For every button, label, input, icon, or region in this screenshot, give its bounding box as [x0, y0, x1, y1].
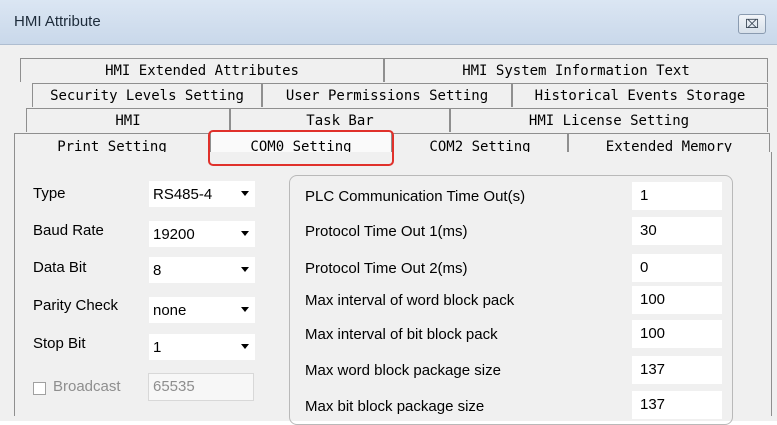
tab-hmi-license-setting[interactable]: HMI License Setting — [450, 108, 768, 132]
protocol-timeout-2-field[interactable]: 0 — [632, 254, 722, 282]
title-bar: HMI Attribute ⌧ — [0, 0, 777, 45]
bit-package-size-value: 137 — [640, 396, 666, 413]
protocol-timeout-1-field[interactable]: 30 — [632, 217, 722, 245]
tab-hmi-extended-attributes[interactable]: HMI Extended Attributes — [20, 58, 384, 82]
stop-bit-label: Stop Bit — [33, 335, 86, 352]
chevron-down-icon — [241, 344, 249, 349]
parity-check-value: none — [153, 302, 187, 319]
protocol-timeout-2-label: Protocol Time Out 2(ms) — [305, 260, 468, 277]
tab-user-permissions-setting[interactable]: User Permissions Setting — [262, 83, 512, 107]
plc-timeout-value: 1 — [640, 187, 649, 204]
tab-security-levels-setting[interactable]: Security Levels Setting — [32, 83, 262, 107]
baud-rate-label: Baud Rate — [33, 222, 104, 239]
tab-hmi-system-information-text[interactable]: HMI System Information Text — [384, 58, 768, 82]
type-label: Type — [33, 185, 66, 202]
type-select[interactable]: RS485-4 — [148, 180, 256, 208]
tab-label: HMI — [115, 112, 141, 129]
tab-label: HMI Extended Attributes — [105, 62, 299, 79]
tab-label: Security Levels Setting — [50, 87, 244, 104]
bit-block-interval-value: 100 — [640, 325, 666, 342]
baud-rate-select[interactable]: 19200 — [148, 220, 256, 248]
parity-check-select[interactable]: none — [148, 296, 256, 324]
tab-label: HMI System Information Text — [462, 62, 690, 79]
word-block-interval-label: Max interval of word block pack — [305, 292, 515, 309]
tab-historical-events-storage[interactable]: Historical Events Storage — [512, 83, 768, 107]
data-bit-value: 8 — [153, 262, 162, 279]
window-title: HMI Attribute — [14, 13, 101, 30]
baud-rate-value: 19200 — [153, 226, 195, 243]
chevron-down-icon — [241, 191, 249, 196]
word-block-interval-value: 100 — [640, 291, 666, 308]
type-value: RS485-4 — [153, 186, 213, 203]
close-icon: ⌧ — [745, 17, 759, 31]
chevron-down-icon — [241, 267, 249, 272]
broadcast-address-value: 65535 — [153, 378, 195, 395]
active-tab-highlight — [208, 130, 394, 166]
word-block-interval-field[interactable]: 100 — [632, 286, 722, 314]
chevron-down-icon — [241, 231, 249, 236]
broadcast-address-field[interactable]: 65535 — [148, 373, 254, 401]
close-button[interactable]: ⌧ — [738, 14, 766, 34]
stop-bit-select[interactable]: 1 — [148, 333, 256, 361]
tab-label: User Permissions Setting — [285, 87, 489, 104]
tab-label: Historical Events Storage — [534, 87, 746, 104]
data-bit-select[interactable]: 8 — [148, 256, 256, 284]
plc-timeout-field[interactable]: 1 — [632, 182, 722, 210]
word-package-size-field[interactable]: 137 — [632, 356, 722, 384]
tab-label: Task Bar — [306, 112, 374, 129]
chevron-down-icon — [241, 307, 249, 312]
bit-block-interval-field[interactable]: 100 — [632, 320, 722, 348]
plc-timeout-label: PLC Communication Time Out(s) — [305, 188, 526, 205]
broadcast-label: Broadcast — [53, 378, 121, 395]
protocol-timeout-1-label: Protocol Time Out 1(ms) — [305, 223, 468, 240]
word-package-size-label: Max word block package size — [305, 362, 501, 379]
tab-label: HMI License Setting — [528, 112, 690, 129]
protocol-timeout-1-value: 30 — [640, 222, 657, 239]
protocol-timeout-2-value: 0 — [640, 259, 649, 276]
bit-package-size-label: Max bit block package size — [305, 398, 485, 415]
tab-task-bar[interactable]: Task Bar — [230, 108, 450, 132]
tab-hmi[interactable]: HMI — [26, 108, 230, 132]
parity-check-label: Parity Check — [33, 297, 119, 314]
bit-block-interval-label: Max interval of bit block pack — [305, 326, 498, 343]
stop-bit-value: 1 — [153, 339, 162, 356]
bit-package-size-field[interactable]: 137 — [632, 391, 722, 419]
data-bit-label: Data Bit — [33, 259, 87, 276]
word-package-size-value: 137 — [640, 361, 666, 378]
broadcast-checkbox[interactable] — [33, 382, 46, 395]
